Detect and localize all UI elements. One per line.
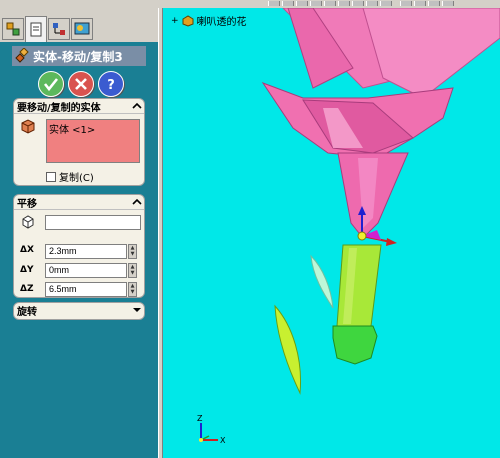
chevron-up-icon[interactable]: [130, 100, 144, 112]
axis-label-z: Z: [197, 414, 203, 423]
toolbar-button[interactable]: [414, 1, 426, 6]
feature-title-bar: 实体-移动/复制3: [12, 46, 146, 66]
bodies-selection-list[interactable]: 实体 <1>: [46, 119, 140, 163]
tab-feature-manager[interactable]: [2, 18, 24, 40]
toolbar-button[interactable]: [400, 1, 412, 6]
copy-checkbox-row[interactable]: 复制(C): [46, 169, 94, 184]
delta-y-spinner[interactable]: ▲ ▼: [128, 263, 137, 278]
toolbar-button[interactable]: [352, 1, 364, 6]
delta-z-input[interactable]: 6.5mm: [45, 282, 127, 297]
feature-title: 实体-移动/复制3: [33, 49, 123, 64]
toolbar-button[interactable]: [268, 1, 280, 6]
move-copy-body-icon: [15, 48, 29, 63]
toolbar-button[interactable]: [310, 1, 322, 6]
toolbar-button[interactable]: [296, 1, 308, 6]
toolbar-button[interactable]: [338, 1, 350, 6]
bodies-group-header[interactable]: 要移动/复制的实体: [14, 99, 144, 114]
cancel-button[interactable]: [68, 71, 94, 97]
translate-group-header[interactable]: 平移: [14, 195, 144, 210]
translate-reference-field[interactable]: [45, 215, 141, 230]
tab-property-manager[interactable]: [25, 16, 47, 42]
manager-tabs: [0, 8, 158, 42]
ok-button[interactable]: [38, 71, 64, 97]
chevron-down-icon[interactable]: [130, 304, 144, 316]
expand-icon[interactable]: +: [171, 16, 179, 26]
tab-configuration-manager[interactable]: [48, 18, 70, 40]
toolbar-button[interactable]: [366, 1, 378, 6]
translate-group: 平移 ΔX 2.3mm ▲ ▼ ΔY 0mm ▲ ▼ ΔZ 6.5mm ▲ ▼: [13, 194, 145, 298]
delta-x-spinner[interactable]: ▲ ▼: [128, 244, 137, 259]
spin-down-icon[interactable]: ▼: [129, 251, 136, 257]
part-icon: [182, 14, 194, 27]
toolbar-button[interactable]: [380, 1, 392, 6]
copy-label: 复制(C): [59, 173, 94, 184]
check-icon: [43, 78, 59, 92]
display-manager-icon: [74, 22, 90, 35]
help-button[interactable]: ?: [98, 71, 124, 97]
translate-group-title: 平移: [17, 198, 37, 210]
svg-text:?: ?: [107, 78, 115, 92]
delta-z-label: ΔZ: [20, 284, 34, 294]
toolbar-button[interactable]: [324, 1, 336, 6]
flower-model[interactable]: [163, 8, 500, 458]
delta-z-spinner[interactable]: ▲ ▼: [128, 282, 137, 297]
feature-tree-icon: [6, 22, 20, 36]
body-selection-icon: [21, 119, 35, 134]
flyout-feature-tree[interactable]: + 喇叭透的花: [171, 13, 247, 28]
property-manager-panel: 实体-移动/复制3 ? 要移动/复制的实体 实体 <1> 复制(C) 平移 ΔX…: [0, 8, 158, 458]
delta-x-label: ΔX: [20, 245, 34, 255]
translate-reference-icon: [22, 215, 34, 229]
configuration-icon: [53, 23, 65, 35]
copy-checkbox[interactable]: [46, 171, 56, 182]
chevron-up-icon[interactable]: [130, 196, 144, 208]
axis-label-x: X: [220, 436, 226, 445]
spin-down-icon[interactable]: ▼: [129, 289, 136, 295]
rotate-group-header[interactable]: 旋转: [14, 303, 144, 318]
rotate-group: 旋转: [13, 302, 145, 320]
part-name[interactable]: 喇叭透的花: [197, 13, 247, 28]
graphics-viewport[interactable]: Z X + 喇叭透的花: [163, 8, 500, 458]
feature-actions: ?: [38, 71, 128, 99]
toolbar-button[interactable]: [282, 1, 294, 6]
x-icon: [75, 78, 87, 90]
delta-y-label: ΔY: [20, 265, 34, 275]
tab-display-manager[interactable]: [71, 18, 93, 40]
bodies-group-title: 要移动/复制的实体: [17, 102, 101, 114]
bodies-to-move-group: 要移动/复制的实体 实体 <1> 复制(C): [13, 98, 145, 186]
spin-down-icon[interactable]: ▼: [129, 270, 136, 276]
selected-body-item[interactable]: 实体 <1>: [49, 125, 95, 136]
property-manager-icon: [30, 22, 42, 36]
rotate-group-title: 旋转: [17, 306, 37, 318]
toolbar-button[interactable]: [442, 1, 454, 6]
question-icon: ?: [107, 78, 115, 92]
delta-x-input[interactable]: 2.3mm: [45, 244, 127, 259]
toolbar-button[interactable]: [428, 1, 440, 6]
delta-y-input[interactable]: 0mm: [45, 263, 127, 278]
